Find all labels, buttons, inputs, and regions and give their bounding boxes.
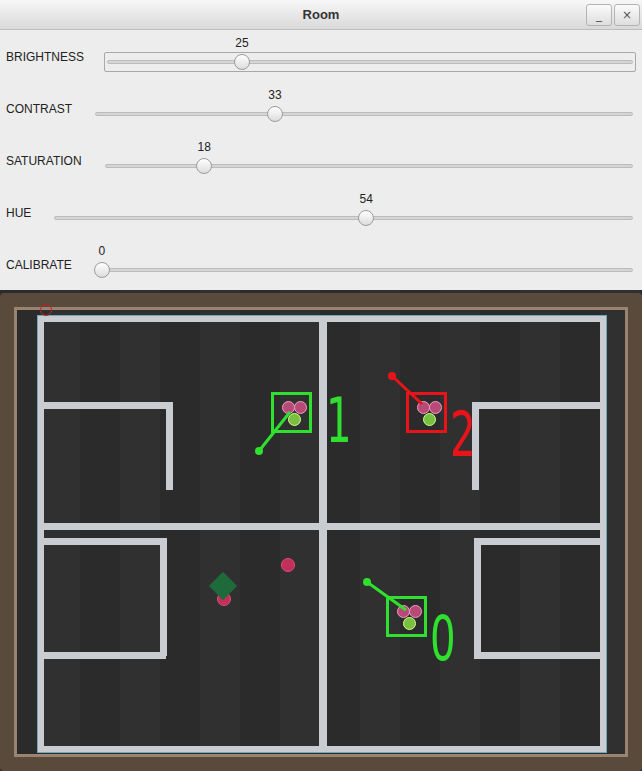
- slider[interactable]: 0: [92, 260, 636, 280]
- slider-thumb[interactable]: [358, 210, 374, 226]
- camera-view: 1 2 0: [0, 290, 642, 771]
- wall: [38, 538, 166, 545]
- robot-label: 0: [430, 608, 456, 670]
- slider-thumb[interactable]: [234, 54, 250, 70]
- slider-track: [95, 112, 633, 116]
- slider-value: 54: [360, 192, 373, 206]
- arrow-icon: [257, 412, 291, 454]
- title-bar: Room _×: [0, 0, 642, 30]
- slider-thumb[interactable]: [267, 106, 283, 122]
- wall: [478, 538, 606, 545]
- room-window: Room _× BRIGHTNESS 25 CONTRAST 33 SATURATION 18…: [0, 0, 642, 771]
- robot-dot: [409, 605, 422, 618]
- slider-track: [105, 164, 633, 168]
- slider-row: CALIBRATE 0: [0, 238, 642, 290]
- slider-thumb[interactable]: [94, 262, 110, 278]
- wall: [38, 402, 173, 409]
- slider[interactable]: 25: [104, 52, 636, 72]
- wall: [474, 538, 481, 659]
- wall: [160, 538, 167, 656]
- wall: [38, 523, 606, 530]
- robot-dot: [429, 401, 442, 414]
- slider[interactable]: 33: [92, 104, 636, 124]
- robot-label: 1: [326, 390, 352, 452]
- marker-dot: [281, 558, 295, 572]
- slider-label: BRIGHTNESS: [6, 50, 84, 82]
- slider-value: 18: [197, 140, 210, 154]
- window-button[interactable]: ×: [614, 4, 640, 26]
- window-title: Room: [303, 7, 340, 22]
- heading-arrows: [0, 290, 642, 771]
- slider-row: SATURATION 18: [0, 134, 642, 186]
- slider-value: 0: [98, 244, 105, 258]
- arrow-icon: [390, 374, 423, 405]
- robot-box[interactable]: [386, 596, 427, 637]
- slider-track: [95, 268, 633, 272]
- robot-label: 2: [450, 404, 476, 466]
- slider[interactable]: 54: [51, 208, 636, 228]
- slider-thumb[interactable]: [196, 158, 212, 174]
- robot-box[interactable]: [406, 392, 447, 433]
- slider-panel: BRIGHTNESS 25 CONTRAST 33 SATURATION 18 HUE 54 C…: [0, 30, 642, 290]
- slider-value: 25: [235, 36, 248, 50]
- slider-row: HUE 54: [0, 186, 642, 238]
- wall: [38, 652, 166, 659]
- robot-dot: [294, 401, 307, 414]
- robot-dot: [403, 617, 416, 630]
- wall: [474, 652, 606, 659]
- robot-dot: [288, 413, 301, 426]
- robot-dot: [423, 413, 436, 426]
- wall: [472, 402, 606, 409]
- slider-label: HUE: [6, 206, 31, 238]
- window-button[interactable]: _: [586, 4, 612, 26]
- wall: [166, 402, 173, 490]
- slider[interactable]: 18: [102, 156, 636, 176]
- slider-row: CONTRAST 33: [0, 82, 642, 134]
- slider-row: BRIGHTNESS 25: [0, 30, 642, 82]
- slider-label: CALIBRATE: [6, 258, 72, 290]
- slider-label: SATURATION: [6, 154, 82, 186]
- slider-value: 33: [268, 88, 281, 102]
- target-marker: [209, 572, 237, 600]
- marker-dot: [40, 304, 52, 316]
- wall: [319, 318, 327, 752]
- slider-track: [54, 216, 633, 220]
- slider-track: [107, 60, 633, 64]
- slider-label: CONTRAST: [6, 102, 72, 134]
- arrow-icon: [365, 580, 407, 611]
